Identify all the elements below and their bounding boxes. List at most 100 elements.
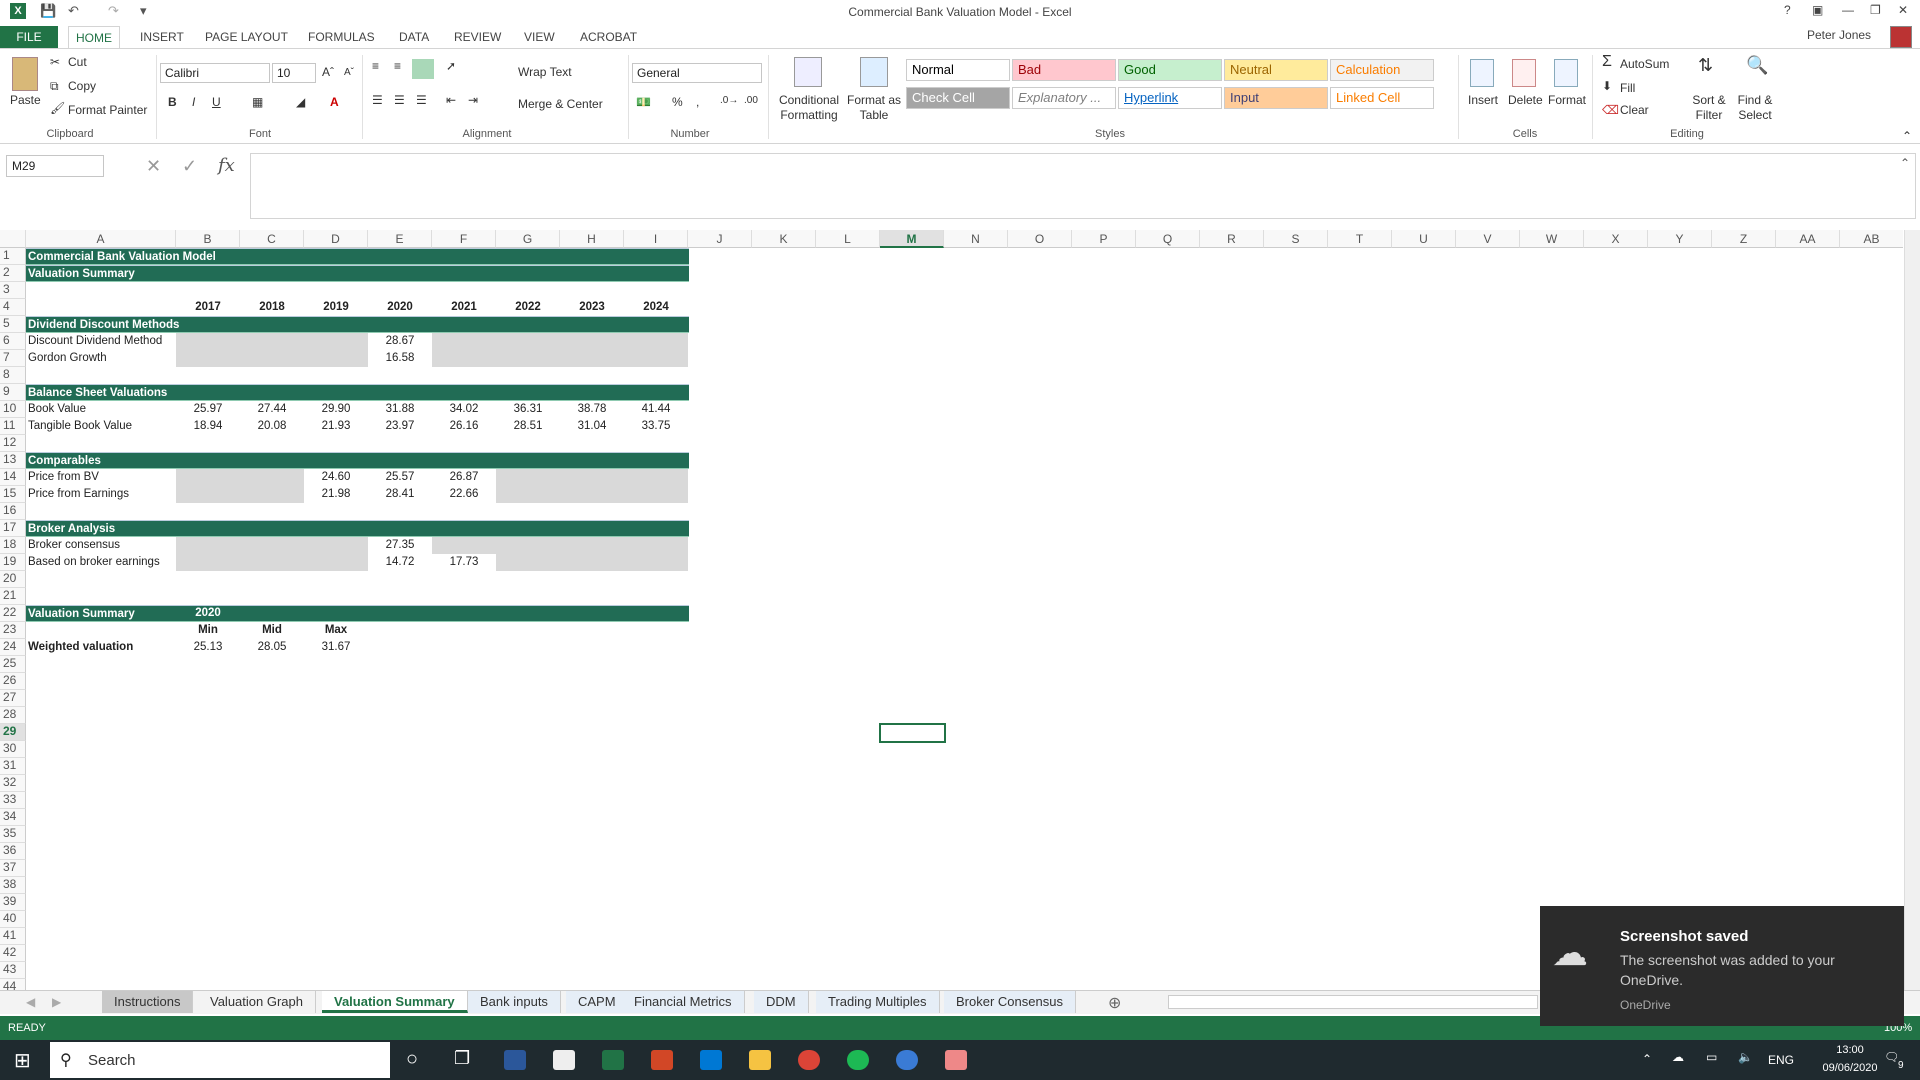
year-header[interactable]: 2020 [368, 299, 432, 316]
broker-value[interactable]: 14.72 [368, 554, 432, 571]
row-header-37[interactable]: 37 [0, 860, 26, 877]
worksheet-grid[interactable]: A B C D E F G H I J K L M N O P Q R S T U V W X Y Z AA AB 123456789… [0, 230, 1903, 990]
tab-file[interactable]: FILE [0, 26, 58, 48]
add-sheet-icon[interactable]: ⊕ [1108, 993, 1121, 1013]
weighted-value[interactable]: 28.05 [240, 639, 304, 656]
row-header-16[interactable]: 16 [0, 503, 26, 520]
column-header-w[interactable]: W [1520, 230, 1584, 248]
horizontal-scrollbar[interactable] [1168, 995, 1538, 1009]
tab-insert[interactable]: INSERT [140, 30, 184, 44]
autosum-button[interactable]: AutoSum [1620, 57, 1669, 71]
chrome-icon[interactable] [798, 1050, 820, 1070]
row-header-40[interactable]: 40 [0, 911, 26, 928]
ddm-label[interactable]: Discount Dividend Method [26, 333, 176, 350]
comp-value[interactable]: 24.60 [304, 469, 368, 486]
copy-icon[interactable]: ⧉ [50, 79, 59, 94]
style-bad[interactable]: Bad [1012, 59, 1116, 81]
tab-data[interactable]: DATA [399, 30, 429, 44]
underline-button[interactable]: U [212, 95, 221, 109]
bs-value[interactable]: 31.88 [368, 401, 432, 418]
next-sheet-icon[interactable]: ▶ [52, 995, 61, 1009]
comp-value[interactable]: 22.66 [432, 486, 496, 503]
column-header-d[interactable]: D [304, 230, 368, 248]
help-button[interactable]: ? [1784, 3, 1791, 17]
bold-button[interactable]: B [168, 95, 177, 109]
vs-col-header[interactable]: Min [176, 622, 240, 639]
sheet-tab-broker-consensus[interactable]: Broker Consensus [944, 991, 1076, 1013]
user-name[interactable]: Peter Jones [1807, 28, 1871, 42]
number-format-select[interactable]: General [632, 63, 762, 83]
word-icon[interactable] [504, 1050, 526, 1070]
column-header-u[interactable]: U [1392, 230, 1456, 248]
taskbar-search[interactable]: ⚲ Search [50, 1042, 390, 1078]
name-box[interactable]: M29 [6, 155, 104, 177]
cut-icon[interactable]: ✂ [50, 55, 60, 69]
bs-value[interactable]: 25.97 [176, 401, 240, 418]
clear-icon[interactable]: ⌫ [1602, 103, 1619, 117]
currency-icon[interactable]: 💵 [636, 95, 651, 109]
clock-time[interactable]: 13:00 [1820, 1044, 1880, 1056]
delete-cells-button[interactable]: Delete [1508, 93, 1543, 107]
prev-sheet-icon[interactable]: ◀ [26, 995, 35, 1009]
row-header-32[interactable]: 32 [0, 775, 26, 792]
tab-acrobat[interactable]: ACROBAT [580, 30, 637, 44]
align-middle-icon[interactable]: ≡ [394, 59, 401, 73]
row-header-14[interactable]: 14 [0, 469, 26, 486]
comma-icon[interactable]: , [696, 95, 699, 109]
clear-button[interactable]: Clear [1620, 103, 1649, 117]
column-header-aa[interactable]: AA [1776, 230, 1840, 248]
task-view-icon[interactable]: ❐ [454, 1048, 470, 1069]
column-header-v[interactable]: V [1456, 230, 1520, 248]
align-bottom-icon[interactable] [412, 59, 434, 79]
style-normal[interactable]: Normal [906, 59, 1010, 81]
indent-icon[interactable]: ⇤ [446, 93, 456, 107]
bs-value[interactable]: 33.75 [624, 418, 688, 435]
column-header-n[interactable]: N [944, 230, 1008, 248]
column-header-f[interactable]: F [432, 230, 496, 248]
row-header-38[interactable]: 38 [0, 877, 26, 894]
broker-value[interactable]: 27.35 [368, 537, 432, 554]
cancel-icon[interactable]: ✕ [146, 156, 161, 177]
tray-chevron-icon[interactable]: ⌃ [1642, 1052, 1652, 1066]
fill-color-icon[interactable]: ◢ [296, 95, 305, 109]
powerpoint-icon[interactable] [651, 1050, 673, 1070]
row-header-10[interactable]: 10 [0, 401, 26, 418]
onedrive-tray-icon[interactable]: ☁ [1672, 1050, 1684, 1064]
ribbon-display-icon[interactable]: ▣ [1812, 3, 1823, 17]
bs-value[interactable]: 34.02 [432, 401, 496, 418]
row-header-8[interactable]: 8 [0, 367, 26, 384]
weighted-value[interactable]: 25.13 [176, 639, 240, 656]
orientation-icon[interactable]: ➚ [446, 59, 456, 73]
row-header-25[interactable]: 25 [0, 656, 26, 673]
comp-label[interactable]: Price from Earnings [26, 486, 176, 503]
row-header-26[interactable]: 26 [0, 673, 26, 690]
year-header[interactable]: 2021 [432, 299, 496, 316]
bs-value[interactable]: 38.78 [560, 401, 624, 418]
ddm-header-band[interactable]: Dividend Discount Methods [26, 316, 689, 333]
avatar[interactable] [1890, 26, 1912, 48]
row-header-39[interactable]: 39 [0, 894, 26, 911]
row-header-9[interactable]: 9 [0, 384, 26, 401]
cut-button[interactable]: Cut [68, 55, 87, 69]
tab-formulas[interactable]: FORMULAS [308, 30, 375, 44]
bs-value[interactable]: 18.94 [176, 418, 240, 435]
borders-icon[interactable]: ▦ [252, 95, 263, 109]
notification-toast[interactable]: ☁ Screenshot saved The screenshot was ad… [1540, 906, 1904, 1026]
vs-year[interactable]: 2020 [176, 606, 240, 621]
column-header-j[interactable]: J [688, 230, 752, 248]
file-explorer-icon[interactable] [749, 1050, 771, 1070]
comp-value[interactable]: 26.87 [432, 469, 496, 486]
column-header-k[interactable]: K [752, 230, 816, 248]
insert-cells-icon[interactable] [1470, 59, 1494, 87]
cortana-icon[interactable]: ○ [406, 1048, 418, 1071]
italic-button[interactable]: I [192, 95, 195, 109]
bs-value[interactable]: 21.93 [304, 418, 368, 435]
expand-formula-icon[interactable]: ⌃ [1900, 156, 1910, 170]
column-header-e[interactable]: E [368, 230, 432, 248]
bs-value[interactable]: 31.04 [560, 418, 624, 435]
row-header-28[interactable]: 28 [0, 707, 26, 724]
copy-button[interactable]: Copy [68, 79, 96, 93]
enter-icon[interactable]: ✓ [182, 156, 197, 177]
vs-header-band[interactable]: Valuation Summary [26, 605, 689, 622]
column-header-i[interactable]: I [624, 230, 688, 248]
